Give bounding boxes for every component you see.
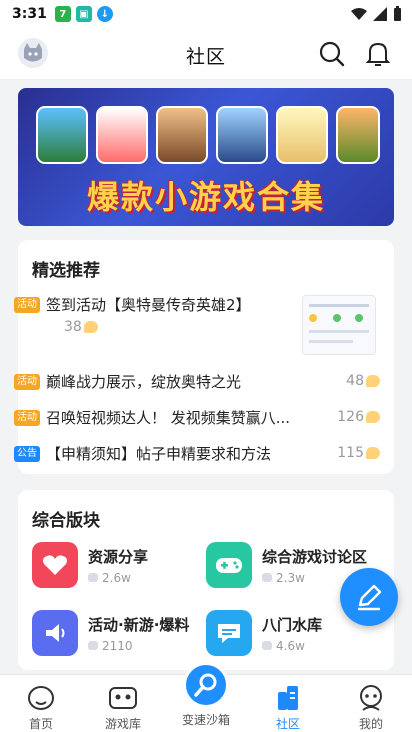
compose-post-button[interactable]: [340, 568, 398, 626]
post-count-icon: [88, 573, 98, 582]
app-7-icon: 7: [54, 6, 71, 22]
post-tag: 活动: [14, 373, 40, 390]
battery-icon: [394, 6, 401, 21]
board-count: 4.6w: [262, 639, 322, 653]
chat-icon: [206, 610, 252, 656]
banner-title: 爆款小游戏合集: [86, 178, 325, 216]
game-thumbnail: [36, 106, 88, 164]
board-count-value: 2.6w: [102, 570, 131, 585]
nav-profile[interactable]: 我的: [336, 679, 406, 732]
board-item[interactable]: 综合游戏讨论区 2.3w: [206, 542, 367, 588]
search-icon[interactable]: [318, 40, 346, 68]
post-comment-count: 38: [64, 319, 98, 335]
nav-home[interactable]: 首页: [6, 679, 76, 732]
board-name: 八门水库: [262, 615, 323, 634]
comment-count-value: 48: [346, 373, 364, 389]
comment-icon: [366, 411, 380, 423]
comment-icon: [366, 375, 380, 387]
page-title: 社区: [185, 46, 226, 68]
game-thumbnail: [96, 106, 148, 164]
boards-title: 综合版块: [32, 511, 100, 531]
post-row[interactable]: 公告 【申精须知】帖子申精要求和方法: [14, 443, 271, 464]
home-icon: [26, 683, 56, 713]
post-title: 巅峰战力展示，绽放奥特之光: [46, 373, 242, 391]
signal-icon: [373, 7, 387, 21]
app-tv-icon: ▣: [75, 6, 92, 22]
board-count-value: 2110: [102, 638, 133, 653]
nav-label: 首页: [28, 717, 53, 731]
nav-label: 游戏库: [104, 717, 141, 731]
post-row[interactable]: 活动 召唤短视频达人！ 发视频集赞赢八...: [14, 407, 290, 428]
post-comment-count: 48: [346, 373, 380, 389]
heart-icon: [32, 542, 78, 588]
post-title: 签到活动【奥特曼传奇英雄2】: [46, 296, 251, 314]
wifi-icon: [351, 8, 367, 20]
nav-game-library[interactable]: 游戏库: [88, 679, 158, 732]
game-thumbnail: [216, 106, 268, 164]
pen-icon: [357, 584, 382, 611]
bell-icon[interactable]: [364, 40, 392, 68]
comment-count-value: 38: [64, 319, 82, 335]
nav-label: 变速沙箱: [181, 713, 230, 727]
featured-card: 精选推荐: [18, 240, 394, 474]
board-count-value: 4.6w: [276, 638, 305, 653]
comment-count-value: 115: [337, 445, 364, 461]
status-bar: 3:31 7 ▣ ↓: [0, 0, 412, 28]
game-thumbnail: [276, 106, 328, 164]
profile-icon: [356, 683, 386, 713]
post-title: 【申精须知】帖子申精要求和方法: [46, 445, 272, 463]
top-header: 社区: [0, 28, 412, 80]
post-tag: 活动: [14, 409, 40, 426]
nav-community[interactable]: 社区: [253, 679, 323, 732]
post-tag: 公告: [14, 445, 40, 462]
post-count-icon: [88, 641, 98, 650]
post-title: 召唤短视频达人！ 发视频集赞赢八...: [46, 409, 291, 427]
nav-label: 我的: [358, 717, 383, 731]
post-thumbnail[interactable]: [302, 295, 376, 355]
speaker-icon: [32, 610, 78, 656]
nav-label: 社区: [275, 717, 300, 731]
post-row[interactable]: 活动 签到活动【奥特曼传奇英雄2】: [14, 294, 251, 315]
board-name: 资源分享: [88, 547, 149, 566]
post-count-icon: [262, 573, 272, 582]
board-item[interactable]: 活动·新游·爆料 2110: [32, 610, 189, 656]
featured-title: 精选推荐: [32, 261, 100, 281]
board-item[interactable]: 资源分享 2.6w: [32, 542, 148, 588]
promo-banner[interactable]: 爆款小游戏合集: [18, 88, 394, 226]
post-comment-count: 126: [337, 409, 380, 425]
status-time: 3:31: [12, 6, 47, 22]
board-name: 活动·新游·爆料: [88, 615, 190, 634]
post-count-icon: [262, 641, 272, 650]
community-icon: [273, 683, 303, 713]
gamepad-icon: [206, 542, 252, 588]
game-thumbnail: [156, 106, 208, 164]
download-icon: ↓: [96, 6, 113, 22]
speed-sandbox-button[interactable]: [183, 662, 229, 708]
post-row[interactable]: 活动 巅峰战力展示，绽放奥特之光: [14, 371, 241, 392]
comment-count-value: 126: [337, 409, 364, 425]
comment-icon: [83, 321, 98, 333]
game-library-icon: [108, 683, 138, 713]
game-thumbnail: [336, 106, 380, 164]
board-item[interactable]: 八门水库 4.6w: [206, 610, 322, 656]
board-count: 2.6w: [88, 571, 148, 585]
board-count: 2110: [88, 639, 189, 653]
search-wrench-icon: [194, 673, 217, 697]
board-count-value: 2.3w: [276, 570, 305, 585]
post-comment-count: 115: [337, 445, 380, 461]
post-tag: 活动: [14, 296, 40, 313]
board-name: 综合游戏讨论区: [262, 547, 368, 566]
comment-icon: [366, 447, 380, 459]
